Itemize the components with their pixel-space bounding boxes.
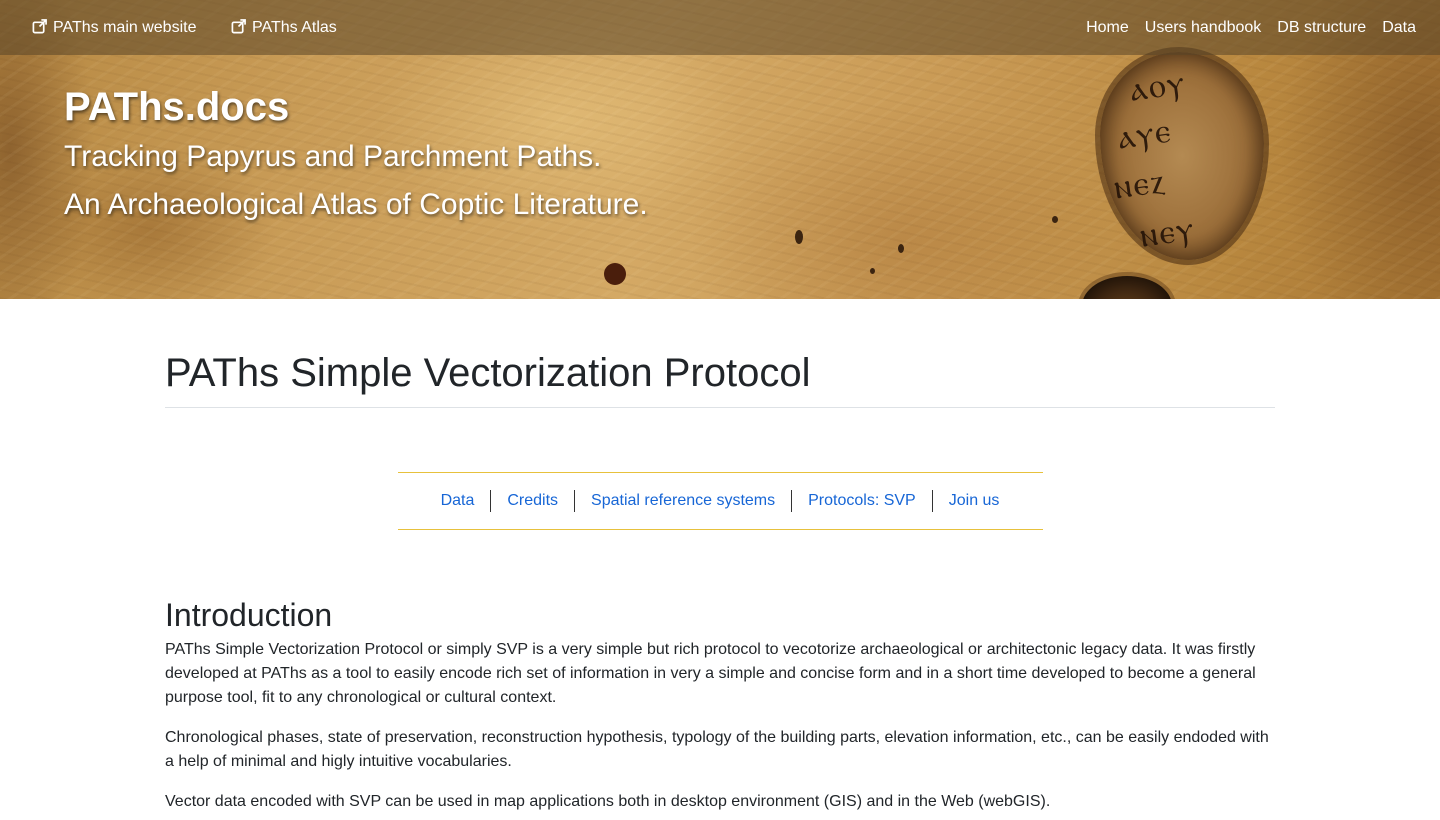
site-subtitle-line-1: Tracking Papyrus and Parchment Paths. [64, 140, 602, 173]
subnav-spatial-reference-systems-link[interactable]: Spatial reference systems [574, 490, 791, 512]
nav-users-handbook-link[interactable]: Users handbook [1145, 18, 1262, 38]
nav-data-link[interactable]: Data [1382, 18, 1416, 38]
external-link-icon [32, 19, 47, 34]
site-title: PAThs.docs [64, 85, 290, 129]
external-link-icon [231, 19, 246, 34]
parchment-stain [604, 263, 626, 285]
intro-paragraph: Chronological phases, state of preservat… [165, 729, 1269, 770]
site-subtitle-line-2: An Archaeological Atlas of Coptic Litera… [64, 188, 648, 221]
parchment-stain [795, 230, 803, 244]
parchment-stain [870, 268, 875, 274]
page-title: PAThs Simple Vectorization Protocol [165, 349, 1275, 408]
nav-home-link[interactable]: Home [1086, 18, 1129, 38]
subnav-protocols-svp-link[interactable]: Protocols: SVP [791, 490, 932, 512]
section-heading-introduction: Introduction [165, 597, 333, 633]
docs-subnav: Data Credits Spatial reference systems P… [397, 472, 1043, 530]
top-navbar: PAThs main website PAThs Atlas Home User… [0, 0, 1440, 55]
subnav-join-us-link[interactable]: Join us [931, 490, 1016, 512]
paths-main-website-link[interactable]: PAThs main website [32, 18, 196, 38]
intro-paragraph: Vector data encoded with SVP can be used… [165, 793, 1051, 810]
intro-paragraph: PAThs Simple Vectorization Protocol or s… [165, 641, 1256, 706]
paths-main-website-label: PAThs main website [53, 19, 197, 36]
main-content: PAThs Simple Vectorization Protocol Data… [165, 299, 1275, 814]
main-nav-links: Home Users handbook DB structure Data [1086, 18, 1416, 38]
parchment-stain [898, 244, 904, 253]
nav-db-structure-link[interactable]: DB structure [1277, 18, 1366, 38]
header-banner: ⲁⲟⲩ ⲁⲩⲉ ⲛⲉⲍ ⲛⲉⲩ PAThs main website PAThs… [0, 0, 1440, 299]
parchment-stain [1052, 216, 1058, 223]
paths-atlas-label: PAThs Atlas [252, 19, 337, 36]
paths-atlas-link[interactable]: PAThs Atlas [231, 18, 337, 38]
subnav-credits-link[interactable]: Credits [490, 490, 574, 512]
subnav-data-link[interactable]: Data [425, 490, 491, 512]
